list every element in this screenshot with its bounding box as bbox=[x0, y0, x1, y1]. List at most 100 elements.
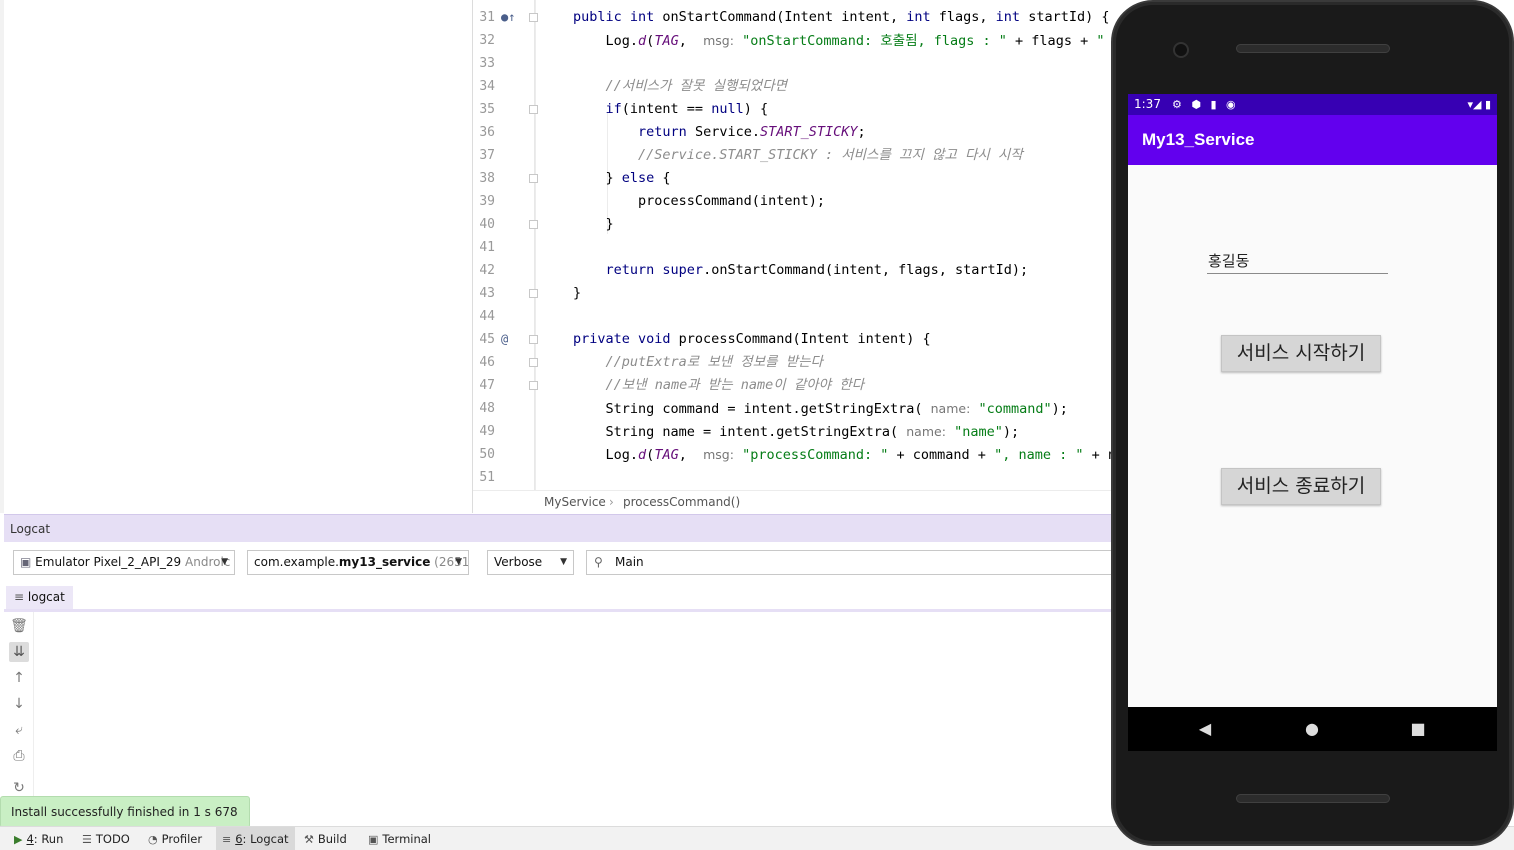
code-line[interactable]: 47 //보낸 name과 받는 name이 같아야 한다 bbox=[473, 374, 1113, 397]
code-line[interactable]: 48 String command = intent.getStringExtr… bbox=[473, 397, 1113, 420]
line-number: 40 bbox=[479, 217, 495, 232]
build-tool-button[interactable]: ⚒ Build bbox=[298, 827, 353, 850]
fold-icon[interactable] bbox=[529, 174, 538, 183]
code-text: //보낸 name과 받는 name이 같아야 한다 bbox=[605, 377, 865, 393]
line-number: 36 bbox=[479, 125, 495, 140]
code-text: private void processCommand(Intent inten… bbox=[573, 331, 931, 347]
line-number: 35 bbox=[479, 102, 495, 117]
run-tool-button[interactable]: ▶ 4: Run bbox=[8, 827, 69, 850]
list-icon: ☰ bbox=[82, 833, 92, 846]
logcat-tabs: ≡ logcat bbox=[4, 586, 1114, 612]
code-line[interactable]: 50 Log.d(TAG, msg: "processCommand: " + … bbox=[473, 443, 1113, 466]
logcat-side-toolbar: 🗑 ⇊ ↑ ↓ ⤶ ⎙ ↻ bbox=[4, 612, 34, 826]
code-line[interactable]: 39 processCommand(intent); bbox=[473, 190, 1113, 213]
code-text: public int onStartCommand(Intent intent,… bbox=[573, 9, 1110, 25]
stop-service-button[interactable]: 서비스 종료하기 bbox=[1221, 468, 1381, 505]
name-input[interactable]: 홍길동 bbox=[1207, 249, 1388, 274]
todo-tool-button[interactable]: ☰ TODO bbox=[76, 827, 136, 850]
code-line[interactable]: 51 bbox=[473, 466, 1113, 489]
android-nav-bar: ◀ ● ■ bbox=[1128, 707, 1497, 751]
override-icon[interactable]: ●↑ bbox=[501, 6, 515, 29]
restart-icon[interactable]: ↻ bbox=[9, 778, 29, 798]
profiler-tool-button[interactable]: ◔ Profiler bbox=[142, 827, 208, 850]
code-line[interactable]: 44 bbox=[473, 305, 1113, 328]
arrow-up-icon[interactable]: ↑ bbox=[9, 668, 29, 688]
line-number: 49 bbox=[479, 424, 495, 439]
terminal-icon: ▣ bbox=[368, 833, 379, 846]
code-line[interactable]: 40 } bbox=[473, 213, 1113, 236]
breadcrumb-method[interactable]: processCommand() bbox=[623, 491, 740, 514]
run-label: Run bbox=[41, 832, 64, 846]
recents-icon[interactable]: ■ bbox=[1408, 719, 1428, 739]
logcat-key: 6 bbox=[235, 832, 243, 846]
tab-logcat[interactable]: ≡ logcat bbox=[6, 586, 73, 609]
line-number: 31 bbox=[479, 10, 495, 25]
code-line[interactable]: 36 return Service.START_STICKY; bbox=[473, 121, 1113, 144]
code-line[interactable]: 34 //서비스가 잘못 실행되었다면 bbox=[473, 75, 1113, 98]
code-text: //putExtra로 보낸 정보를 받는다 bbox=[605, 354, 823, 370]
line-number: 46 bbox=[479, 355, 495, 370]
code-line[interactable]: 33 bbox=[473, 52, 1113, 75]
soft-wrap-icon[interactable]: ⤶ bbox=[9, 720, 29, 740]
fold-icon[interactable] bbox=[529, 358, 538, 367]
code-line[interactable]: 43} bbox=[473, 282, 1113, 305]
back-icon[interactable]: ◀ bbox=[1195, 719, 1215, 739]
line-number: 41 bbox=[479, 240, 495, 255]
logcat-search-input[interactable]: ⚲ Main bbox=[586, 550, 1114, 575]
device-dropdown[interactable]: ▣ Emulator Pixel_2_API_29 Androic ▼ bbox=[13, 550, 235, 575]
fold-icon[interactable] bbox=[529, 220, 538, 229]
line-number: 39 bbox=[479, 194, 495, 209]
run-key: 4 bbox=[26, 832, 34, 846]
code-line[interactable]: 41 bbox=[473, 236, 1113, 259]
list-icon: ≡ bbox=[222, 833, 232, 846]
scroll-to-end-icon[interactable]: ⇊ bbox=[9, 642, 29, 662]
device-label: Emulator Pixel_2_API_29 bbox=[35, 555, 182, 569]
fold-icon[interactable] bbox=[529, 289, 538, 298]
home-icon[interactable]: ● bbox=[1302, 719, 1322, 739]
package-dropdown[interactable]: com.example.my13_service (26516 ▼ bbox=[247, 550, 469, 575]
code-line[interactable]: 35 if(intent == null) { bbox=[473, 98, 1113, 121]
emulator-screen[interactable]: 1:37 ⚙ ⬢ ▮ ◉ ▾◢ ▮ My13_Service 홍길동 서비스 시… bbox=[1128, 94, 1497, 707]
log-level-dropdown[interactable]: Verbose ▼ bbox=[487, 550, 574, 575]
fold-icon[interactable] bbox=[529, 105, 538, 114]
line-number: 50 bbox=[479, 447, 495, 462]
search-value: Main bbox=[615, 555, 644, 569]
logcat-tool-button[interactable]: ≡ 6: Logcat bbox=[216, 827, 295, 850]
install-toast: Install successfully finished in 1 s 678… bbox=[0, 796, 250, 849]
code-line[interactable]: 38 } else { bbox=[473, 167, 1113, 190]
package-prefix: com.example. bbox=[254, 555, 339, 569]
arrow-down-icon[interactable]: ↓ bbox=[9, 694, 29, 714]
code-line[interactable]: 32 Log.d(TAG, msg: "onStartCommand: 호출됨,… bbox=[473, 29, 1113, 52]
breadcrumb-separator: › bbox=[609, 495, 614, 509]
code-line[interactable]: 42 return super.onStartCommand(intent, f… bbox=[473, 259, 1113, 282]
fold-icon[interactable] bbox=[529, 335, 538, 344]
speaker-grille-bottom bbox=[1236, 794, 1390, 803]
app-title: My13_Service bbox=[1128, 115, 1497, 165]
code-text: } else { bbox=[573, 170, 671, 186]
trash-icon[interactable]: 🗑 bbox=[9, 616, 29, 636]
code-line[interactable]: 46 //putExtra로 보낸 정보를 받는다 bbox=[473, 351, 1113, 374]
line-number: 51 bbox=[479, 470, 495, 485]
code-editor[interactable]: 31 ●↑ public int onStartCommand(Intent int… bbox=[473, 0, 1113, 490]
terminal-tool-button[interactable]: ▣ Terminal bbox=[362, 827, 437, 850]
code-line[interactable]: 31 ●↑ public int onStartCommand(Intent int… bbox=[473, 6, 1113, 29]
line-number: 43 bbox=[479, 286, 495, 301]
gauge-icon: ◔ bbox=[148, 833, 158, 846]
profiler-label: Profiler bbox=[161, 832, 203, 846]
line-number: 34 bbox=[479, 79, 495, 94]
annotation-icon[interactable]: @ bbox=[501, 328, 508, 351]
logcat-output[interactable] bbox=[4, 612, 1114, 826]
fold-icon[interactable] bbox=[529, 381, 538, 390]
code-text: } bbox=[573, 285, 582, 301]
line-number: 32 bbox=[479, 33, 495, 48]
print-icon[interactable]: ⎙ bbox=[9, 746, 29, 766]
start-service-button[interactable]: 서비스 시작하기 bbox=[1221, 335, 1381, 372]
log-level-label: Verbose bbox=[494, 555, 543, 569]
code-line[interactable]: 45 @ private void processCommand(Intent in… bbox=[473, 328, 1113, 351]
code-text: processCommand(intent); bbox=[573, 193, 825, 209]
fold-icon[interactable] bbox=[529, 13, 538, 22]
code-line[interactable]: 49 String name = intent.getStringExtra( … bbox=[473, 420, 1113, 443]
code-line[interactable]: 37 //Service.START_STICKY : 서비스를 끄지 않고 다… bbox=[473, 144, 1113, 167]
breadcrumb-class[interactable]: MyService bbox=[544, 491, 606, 514]
project-pane bbox=[0, 0, 473, 513]
